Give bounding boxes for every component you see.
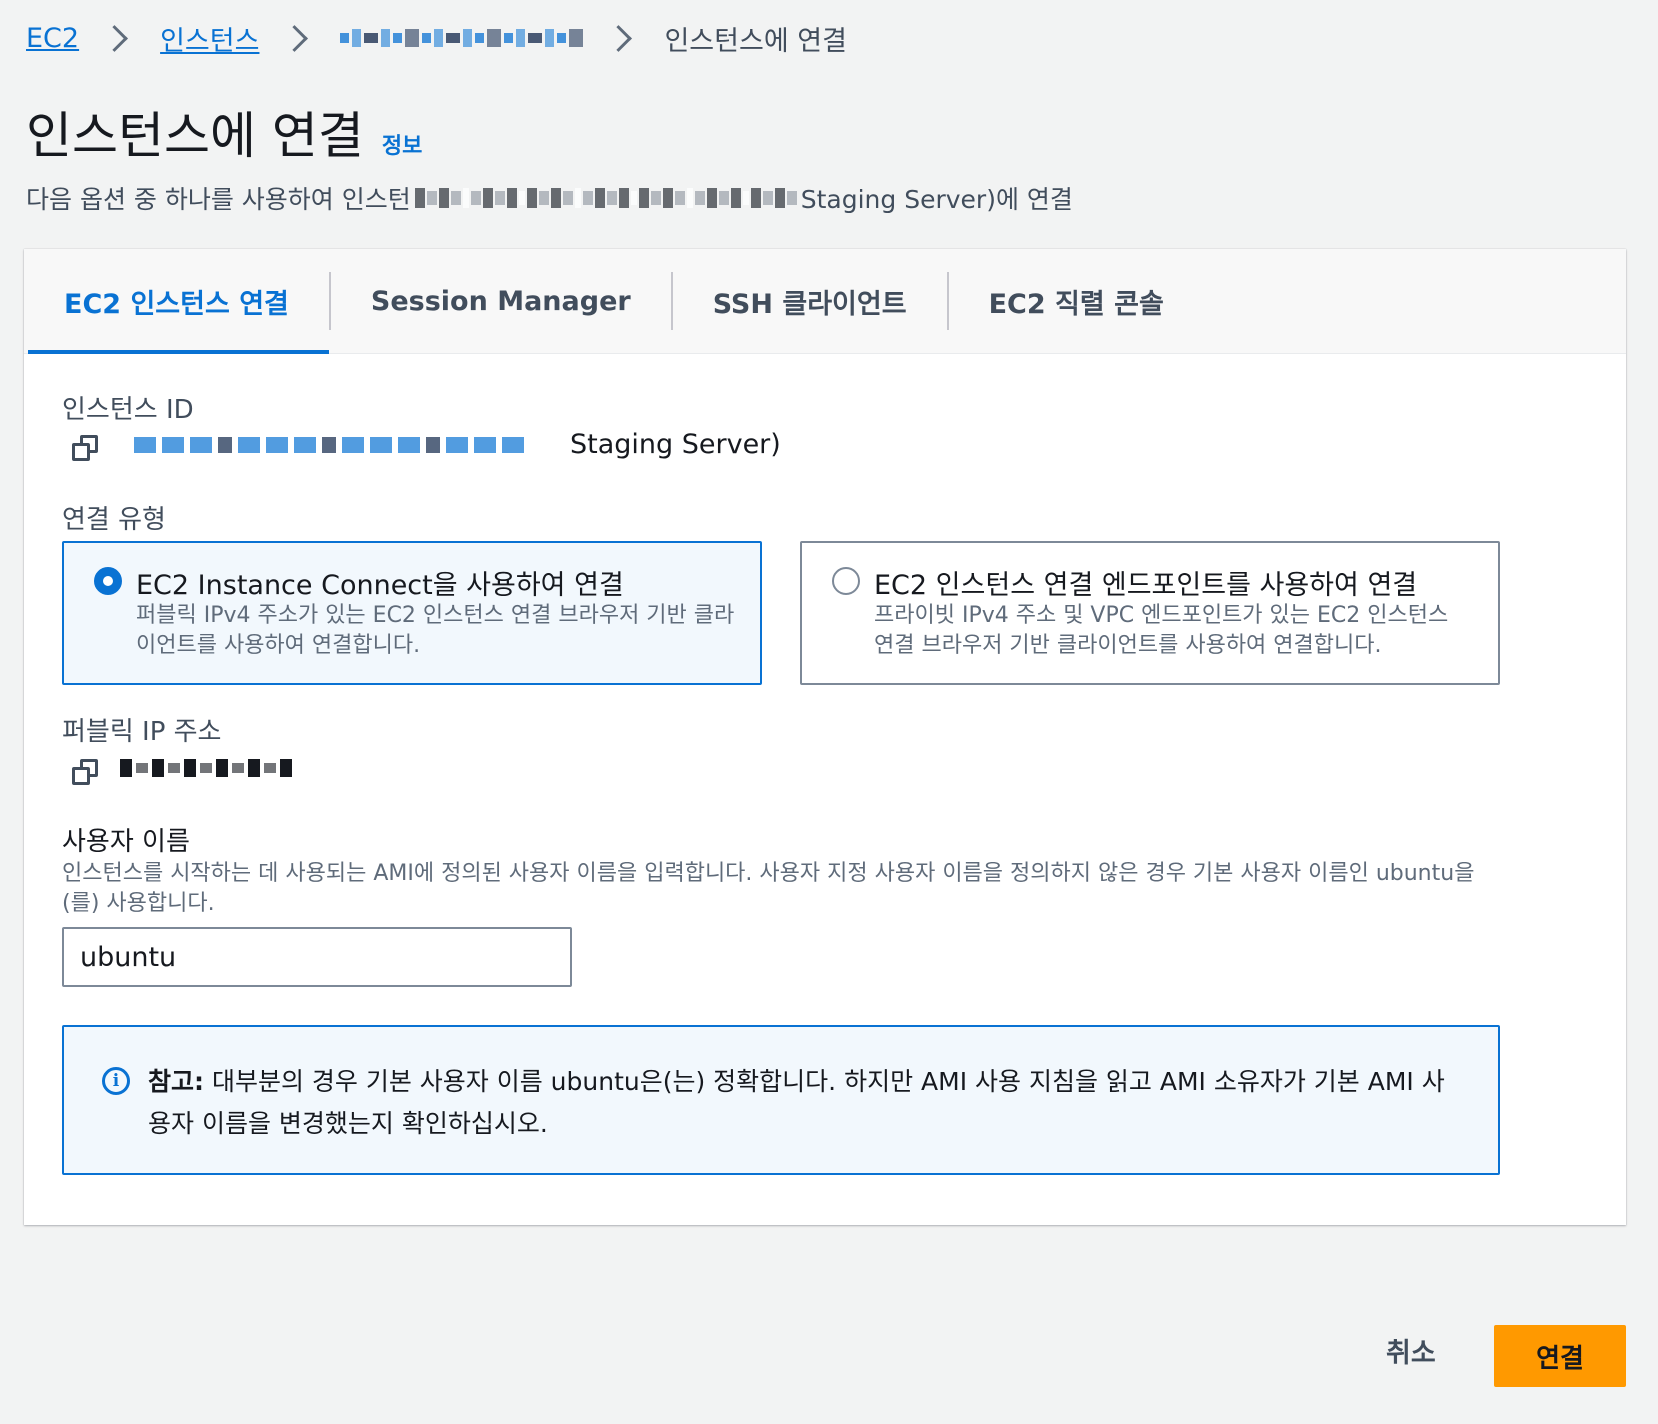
tab-ec2-instance-connect[interactable]: EC2 인스턴스 연결: [24, 249, 329, 354]
page-description-prefix: 다음 옵션 중 하나를 사용하여 인스턴: [26, 185, 411, 214]
radio-option-description: 프라이빗 IPv4 주소 및 VPC 엔드포인트가 있는 EC2 인스턴스 연결…: [874, 603, 1449, 658]
chevron-right-icon: [605, 24, 633, 52]
tab-ssh-client[interactable]: SSH 클라이언트: [673, 249, 947, 353]
public-ip-label: 퍼블릭 IP 주소: [62, 717, 222, 747]
page-title-row: 인스턴스에 연결 정보: [26, 96, 422, 168]
instance-id-label: 인스턴스 ID: [62, 395, 194, 425]
copy-icon[interactable]: [72, 759, 98, 785]
alert-prefix: 참고:: [148, 1067, 204, 1096]
radio-selected-icon[interactable]: [94, 567, 122, 595]
connect-tabs: EC2 인스턴스 연결 Session Manager SSH 클라이언트 EC…: [24, 249, 1626, 354]
redacted-public-ip: [120, 759, 292, 777]
breadcrumb: EC2 인스턴스 인스턴스에 연결: [26, 18, 847, 58]
alert-text: 참고: 대부분의 경우 기본 사용자 이름 ubuntu은(는) 정확합니다. …: [148, 1061, 1458, 1145]
info-alert: i 참고: 대부분의 경우 기본 사용자 이름 ubuntu은(는) 정확합니다…: [62, 1025, 1500, 1175]
breadcrumb-instances-link[interactable]: 인스턴스: [160, 19, 259, 58]
redacted-instance-name: [414, 187, 797, 209]
breadcrumb-instance-link-redacted[interactable]: [340, 28, 584, 48]
tab-ec2-serial-console[interactable]: EC2 직렬 콘솔: [949, 249, 1204, 353]
username-label: 사용자 이름: [62, 827, 190, 857]
radio-option-title: EC2 Instance Connect을 사용하여 연결: [136, 570, 624, 601]
radio-option-instance-connect[interactable]: EC2 Instance Connect을 사용하여 연결 퍼블릭 IPv4 주…: [62, 541, 762, 685]
alert-body: 대부분의 경우 기본 사용자 이름 ubuntu은(는) 정확합니다. 하지만 …: [148, 1067, 1445, 1138]
breadcrumb-ec2-link[interactable]: EC2: [26, 23, 79, 54]
cancel-button[interactable]: 취소: [1380, 1330, 1442, 1371]
redacted-instance-id: [134, 436, 524, 453]
radio-option-endpoint[interactable]: EC2 인스턴스 연결 엔드포인트를 사용하여 연결 프라이빗 IPv4 주소 …: [800, 541, 1500, 685]
page-description-suffix: Staging Server)에 연결: [800, 185, 1073, 214]
username-hint: 인스턴스를 시작하는 데 사용되는 AMI에 정의된 사용자 이름을 입력합니다…: [62, 861, 1475, 916]
info-link[interactable]: 정보: [382, 128, 422, 160]
info-icon: i: [102, 1067, 130, 1095]
radio-unselected-icon[interactable]: [832, 567, 860, 595]
radio-option-title: EC2 인스턴스 연결 엔드포인트를 사용하여 연결: [874, 570, 1418, 601]
username-input[interactable]: [62, 927, 572, 987]
connect-button[interactable]: 연결: [1494, 1325, 1626, 1387]
breadcrumb-current: 인스턴스에 연결: [664, 25, 847, 57]
copy-icon[interactable]: [72, 435, 98, 461]
instance-id-suffix: Staging Server): [570, 429, 781, 460]
chevron-right-icon: [101, 24, 129, 52]
page-title: 인스턴스에 연결: [26, 107, 364, 165]
connect-card: EC2 인스턴스 연결 Session Manager SSH 클라이언트 EC…: [24, 249, 1626, 1225]
radio-option-description: 퍼블릭 IPv4 주소가 있는 EC2 인스턴스 연결 브라우저 기반 클라이언…: [136, 603, 735, 658]
chevron-right-icon: [281, 24, 309, 52]
tab-session-manager[interactable]: Session Manager: [331, 249, 671, 353]
connection-type-label: 연결 유형: [62, 505, 166, 535]
instance-id-value: Staging Server): [134, 429, 781, 460]
page-description: 다음 옵션 중 하나를 사용하여 인스턴 Staging Server)에 연결: [26, 180, 1073, 216]
